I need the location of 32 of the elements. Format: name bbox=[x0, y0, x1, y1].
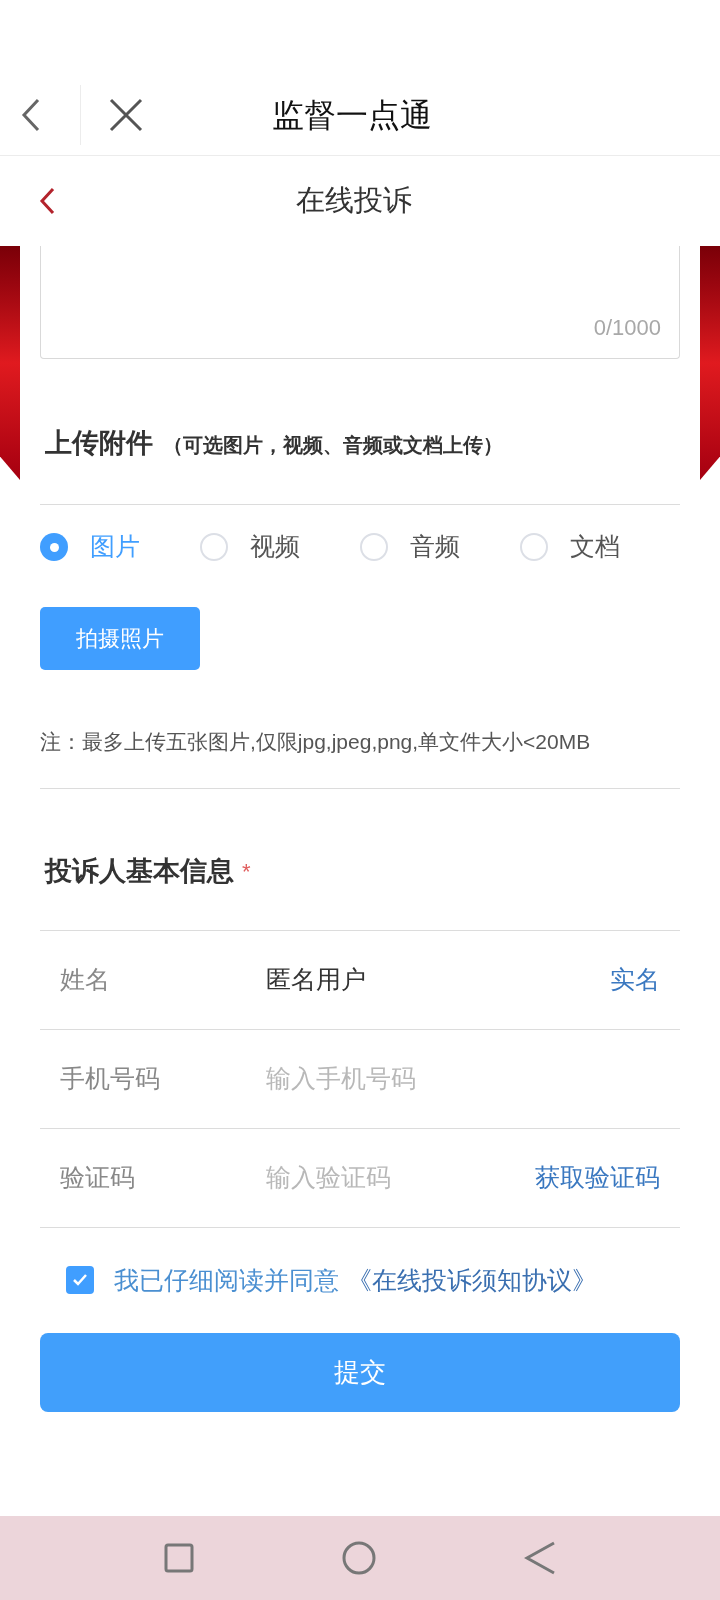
back-icon[interactable] bbox=[524, 1541, 556, 1575]
character-counter: 0/1000 bbox=[593, 314, 661, 342]
close-icon bbox=[109, 98, 143, 132]
field-label: 手机号码 bbox=[60, 1062, 161, 1094]
home-icon[interactable] bbox=[342, 1541, 376, 1575]
field-action-link[interactable]: 实名 bbox=[610, 960, 660, 999]
media-type-radio[interactable]: 音频 bbox=[360, 528, 520, 566]
attachments-heading: 上传附件 bbox=[45, 427, 153, 460]
agreement-text: 我已仔细阅读并同意 bbox=[114, 1264, 339, 1296]
media-type-radio[interactable]: 图片 bbox=[40, 528, 200, 566]
section-title: 在线投诉 bbox=[296, 183, 412, 219]
media-type-radio[interactable]: 文档 bbox=[520, 528, 680, 566]
input-field[interactable]: 输入手机号码 bbox=[266, 1059, 660, 1098]
agreement-link[interactable]: 《在线投诉须知协议》 bbox=[347, 1261, 597, 1299]
attachments-hint: （可选图片，视频、音频或文档上传） bbox=[163, 433, 503, 458]
take-photo-button[interactable]: 拍摄照片 bbox=[40, 607, 200, 670]
input-field[interactable]: 匿名用户 bbox=[266, 960, 610, 999]
submit-button[interactable]: 提交 bbox=[40, 1333, 680, 1412]
input-field[interactable]: 输入验证码 bbox=[266, 1158, 535, 1197]
upload-note: 注：最多上传五张图片,仅限jpg,jpeg,png,单文件大小<20MB bbox=[40, 729, 592, 755]
field-action-link[interactable]: 获取验证码 bbox=[535, 1158, 660, 1197]
field-label: 姓名 bbox=[60, 963, 111, 995]
required-mark: * bbox=[242, 857, 251, 886]
recent-apps-icon[interactable] bbox=[164, 1543, 194, 1573]
back-icon bbox=[20, 97, 42, 133]
complainant-heading: 投诉人基本信息 bbox=[45, 855, 234, 888]
media-type-radio[interactable]: 视频 bbox=[200, 528, 360, 566]
page-title: 监督一点通 bbox=[272, 96, 432, 135]
agreement-checkbox[interactable] bbox=[66, 1266, 94, 1295]
field-label: 验证码 bbox=[60, 1161, 136, 1193]
description-field[interactable]: 0/1000 bbox=[40, 246, 680, 359]
back-icon bbox=[38, 186, 56, 216]
